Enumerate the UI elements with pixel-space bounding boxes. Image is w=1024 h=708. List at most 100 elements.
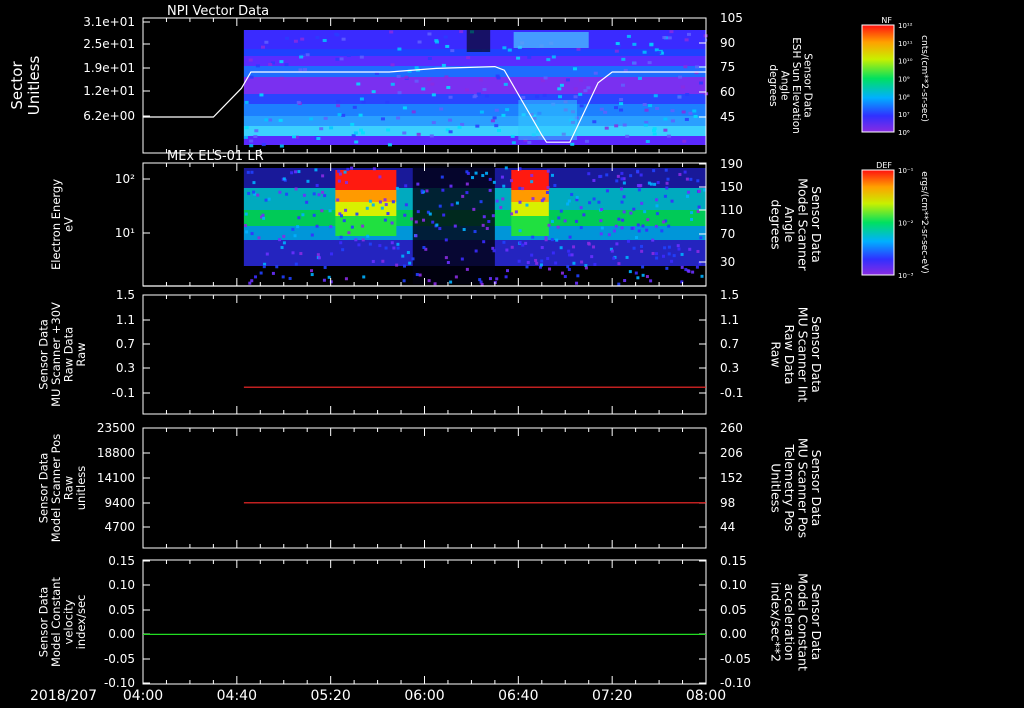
els-speckle: [530, 173, 534, 177]
els-speckle: [550, 173, 554, 177]
els-speckle: [366, 234, 370, 238]
els-speckle: [329, 225, 333, 229]
els-speckle: [540, 259, 544, 263]
panel-4: 235001880014100940047002602061529844Sens…: [36, 421, 824, 549]
y-tick-label: 6.2e+00: [83, 109, 135, 123]
colorbar-units: cnts/(cm**2-sr-sec): [919, 35, 929, 122]
npi-speckle: [693, 115, 698, 119]
els-hot-region: [335, 216, 397, 236]
els-speckle: [646, 218, 650, 222]
els-speckle: [431, 220, 435, 224]
els-speckle: [320, 209, 324, 213]
y-tick-label: 1.5: [116, 288, 135, 302]
npi-speckle: [663, 117, 668, 121]
els-speckle: [622, 195, 626, 199]
els-speckle: [557, 216, 561, 220]
npi-speckle: [546, 58, 551, 62]
els-speckle: [293, 234, 297, 238]
npi-speckle: [516, 56, 521, 60]
npi-speckle: [260, 45, 265, 49]
npi-speckle: [703, 38, 708, 42]
els-hot-region: [511, 170, 549, 190]
els-speckle: [288, 276, 292, 280]
npi-speckle: [677, 95, 682, 99]
els-speckle: [535, 261, 539, 265]
y-tick-label: 1.9e+01: [83, 61, 135, 75]
els-speckle: [365, 206, 369, 210]
els-speckle: [574, 219, 578, 223]
els-speckle: [683, 170, 687, 174]
els-speckle: [620, 171, 624, 175]
npi-speckle: [551, 55, 556, 59]
els-speckle: [449, 184, 453, 188]
els-speckle: [262, 265, 266, 269]
els-speckle: [655, 212, 659, 216]
npi-speckle: [354, 140, 359, 144]
els-speckle: [570, 192, 574, 196]
npi-speckle: [352, 105, 357, 109]
els-speckle: [579, 226, 583, 230]
els-speckle: [465, 182, 469, 186]
npi-band-2: [243, 56, 706, 66]
npi-speckle: [389, 30, 394, 34]
els-speckle: [384, 246, 388, 250]
els-speckle: [495, 277, 499, 281]
npi-speckle: [572, 67, 577, 71]
els-speckle: [632, 207, 636, 211]
y-tick-label: 10²: [115, 172, 135, 186]
els-speckle: [342, 219, 346, 223]
plot-frame: [142, 294, 707, 415]
npi-speckle: [353, 131, 358, 135]
els-speckle: [572, 261, 576, 265]
els-speckle: [435, 223, 439, 227]
right-y-tick-label: 0.10: [720, 578, 747, 592]
els-speckle: [491, 214, 495, 218]
els-speckle: [361, 224, 365, 228]
colorbar-tick-label: 10⁻¹: [898, 167, 914, 175]
npi-speckle: [249, 139, 254, 143]
colorbar-gradient: [861, 169, 895, 276]
npi-speckle: [421, 87, 426, 91]
npi-speckle: [243, 135, 248, 139]
npi-speckle: [642, 50, 647, 54]
els-speckle: [546, 169, 550, 173]
right-y-tick-label: 260: [720, 421, 743, 435]
y-axis-label: unitless: [74, 466, 88, 511]
els-speckle: [620, 226, 624, 230]
npi-speckle: [291, 135, 296, 139]
els-speckle: [592, 197, 596, 201]
els-speckle: [641, 265, 645, 269]
els-speckle: [291, 227, 295, 231]
els-speckle: [634, 271, 638, 275]
right-y-tick-label: 0.7: [720, 337, 739, 351]
els-speckle: [378, 175, 382, 179]
els-speckle: [395, 263, 399, 267]
right-y-tick-label: 206: [720, 446, 743, 460]
colorbar-tick-label: 10⁻³: [898, 272, 914, 280]
els-speckle: [699, 236, 703, 240]
els-speckle: [343, 170, 347, 174]
els-speckle: [696, 179, 700, 183]
els-hot-region: [511, 202, 549, 216]
els-speckle: [495, 199, 499, 203]
right-y-axis-label: Raw: [769, 341, 784, 367]
y-axis-label: Sector: [8, 61, 26, 110]
els-speckle: [297, 216, 301, 220]
els-speckle: [453, 224, 457, 228]
npi-speckle: [300, 37, 305, 41]
y-tick-label: -0.1: [112, 386, 135, 400]
els-speckle: [540, 246, 544, 250]
els-speckle: [485, 171, 489, 175]
els-speckle: [296, 225, 300, 229]
npi-speckle: [350, 122, 355, 126]
els-speckle: [338, 172, 342, 176]
npi-speckle: [699, 81, 704, 85]
npi-speckle: [584, 139, 589, 143]
right-y-tick-label: 90: [720, 36, 735, 50]
panel-title: MEx ELS-01 LR: [167, 149, 264, 164]
npi-speckle: [511, 141, 516, 145]
right-y-tick-label: 44: [720, 520, 735, 534]
npi-speckle: [439, 107, 444, 111]
npi-speckle: [652, 127, 657, 131]
els-speckle: [314, 168, 318, 172]
